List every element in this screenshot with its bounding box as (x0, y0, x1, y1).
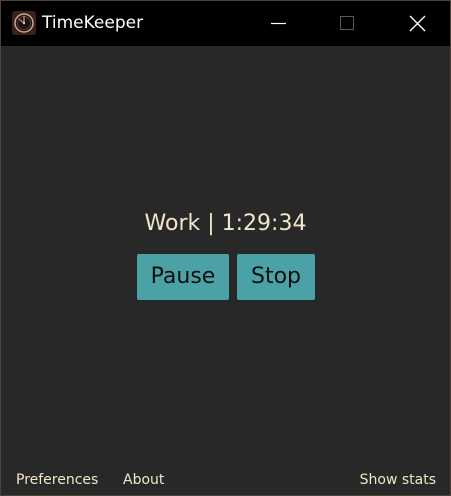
preferences-link[interactable]: Preferences (16, 470, 98, 490)
app-window: TimeKeeper Work | 1:29:34 Pause Stop Pre… (0, 0, 451, 496)
window-title: TimeKeeper (42, 13, 144, 33)
maximize-button[interactable] (323, 1, 369, 46)
maximize-icon (340, 16, 354, 30)
minimize-icon (271, 22, 286, 25)
close-icon (409, 15, 426, 32)
minimize-button[interactable] (255, 1, 301, 46)
stop-button[interactable]: Stop (237, 254, 315, 300)
pause-button[interactable]: Pause (137, 254, 229, 300)
title-bar[interactable]: TimeKeeper (1, 1, 450, 46)
about-link[interactable]: About (123, 470, 164, 490)
timer-status: Work | 1:29:34 (144, 211, 307, 236)
clock-icon (12, 11, 36, 35)
close-button[interactable] (394, 1, 440, 46)
show-stats-link[interactable]: Show stats (360, 470, 436, 490)
